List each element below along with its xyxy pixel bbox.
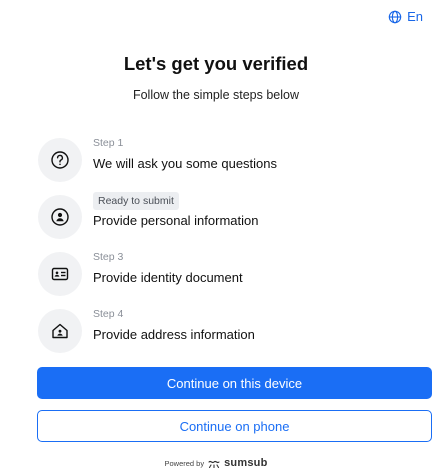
step-identity-document: Step 3 Provide identity document bbox=[38, 244, 412, 301]
continue-on-device-button[interactable]: Continue on this device bbox=[37, 367, 432, 399]
steps-list: Step 1 We will ask you some questions Re… bbox=[38, 130, 412, 358]
step-number: Step 4 bbox=[93, 308, 124, 320]
step-questions: Step 1 We will ask you some questions bbox=[38, 130, 412, 187]
person-icon bbox=[51, 208, 69, 226]
page-title: Let's get you verified bbox=[123, 53, 309, 74]
question-icon bbox=[51, 151, 69, 169]
home-icon bbox=[52, 323, 68, 339]
page-subtitle: Follow the simple steps below bbox=[132, 88, 300, 102]
powered-by-footer[interactable]: Powered by sumsub bbox=[0, 457, 432, 469]
globe-icon bbox=[388, 10, 402, 23]
status-badge: Ready to submit bbox=[93, 192, 179, 210]
sumsub-logo-icon bbox=[208, 460, 220, 468]
step-label: We will ask you some questions bbox=[93, 156, 278, 171]
id-card-icon bbox=[51, 267, 69, 281]
brand-name: sumsub bbox=[224, 457, 268, 469]
language-label: En bbox=[407, 9, 423, 24]
step-number: Step 3 bbox=[93, 251, 124, 263]
step-label: Provide personal information bbox=[93, 213, 259, 228]
powered-by-label: Powered by bbox=[164, 458, 205, 468]
step-label: Provide address information bbox=[93, 327, 255, 342]
step-number: Step 1 bbox=[93, 137, 124, 149]
step-label: Provide identity document bbox=[93, 270, 243, 285]
step-personal-info: Ready to submit Provide personal informa… bbox=[38, 187, 412, 244]
language-selector[interactable]: En bbox=[388, 9, 423, 24]
step-address-info: Step 4 Provide address information bbox=[38, 301, 412, 358]
continue-on-phone-button[interactable]: Continue on phone bbox=[37, 410, 432, 442]
